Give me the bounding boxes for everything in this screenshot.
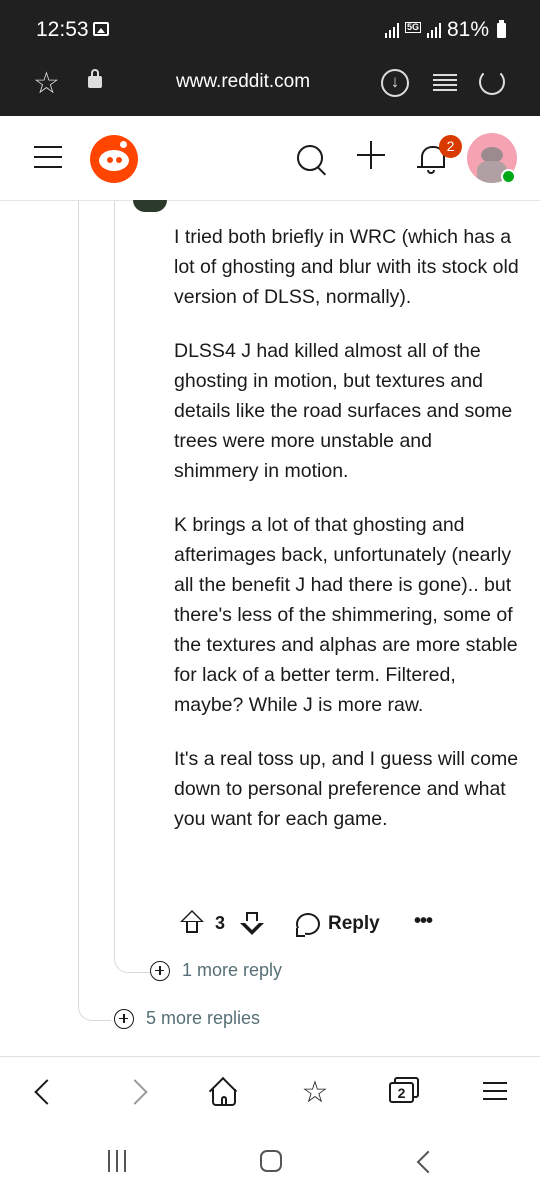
thread-connector-inner (114, 942, 151, 973)
comment-bubble-icon (296, 913, 320, 937)
battery-percent: 81% (446, 18, 489, 41)
notification-count-badge: 2 (439, 135, 462, 158)
tab-count: 2 (389, 1082, 414, 1103)
system-back-icon[interactable] (416, 1150, 440, 1174)
comment-paragraph: It's a real toss up, and I guess will co… (174, 748, 519, 830)
search-icon[interactable] (297, 145, 323, 171)
reply-button[interactable]: Reply (296, 910, 380, 938)
browser-menu-icon[interactable] (477, 1075, 513, 1111)
expand-plus-icon (114, 1008, 134, 1029)
more-reply-link[interactable]: 1 more reply (150, 960, 282, 981)
status-time: 12:53 (36, 18, 89, 41)
more-replies-link[interactable]: 5 more replies (114, 1008, 260, 1029)
more-options-icon[interactable]: ••• (414, 910, 433, 933)
status-indicators: 5G 81% (384, 18, 506, 42)
upvote-icon[interactable] (180, 910, 204, 936)
online-status-dot (501, 169, 516, 184)
url-text[interactable]: www.reddit.com (148, 71, 338, 93)
comment-paragraph: K brings a lot of that ghosting and afte… (174, 514, 518, 716)
back-icon[interactable] (26, 1075, 62, 1111)
lock-icon[interactable] (88, 69, 102, 88)
reddit-logo[interactable] (90, 135, 138, 183)
status-bar: 12:53 5G 81% (0, 0, 540, 58)
more-replies-label: 5 more replies (146, 1008, 261, 1028)
home-icon[interactable] (207, 1075, 243, 1111)
bookmarks-icon[interactable]: ☆ (297, 1075, 333, 1111)
system-nav-bar (0, 1128, 540, 1200)
more-reply-label: 1 more reply (182, 960, 283, 980)
reddit-header (0, 116, 540, 201)
reload-icon[interactable] (479, 69, 505, 95)
signal-icon-2 (426, 22, 441, 38)
thread-line-inner[interactable] (114, 201, 115, 955)
browser-toolbar: ☆ 2 (0, 1056, 540, 1129)
comment-paragraph: I tried both briefly in WRC (which has a… (174, 226, 519, 308)
download-icon[interactable]: ↓ (381, 69, 409, 97)
expand-plus-icon (150, 960, 170, 981)
signal-icon (384, 22, 399, 38)
gallery-notification-icon (93, 22, 109, 36)
browser-url-bar: ☆ www.reddit.com ↓ (0, 58, 540, 116)
comment-author-avatar[interactable] (133, 200, 167, 212)
recent-apps-icon[interactable] (108, 1150, 132, 1172)
bookmark-star-icon[interactable]: ☆ (33, 68, 60, 100)
network-type: 5G (404, 21, 421, 33)
menu-icon[interactable] (34, 146, 62, 168)
comment-body: I tried both briefly in WRC (which has a… (174, 222, 519, 858)
reply-label: Reply (328, 913, 380, 934)
downvote-icon[interactable] (240, 912, 264, 938)
comment-paragraph: DLSS4 J had killed almost all of the gho… (174, 340, 513, 482)
thread-line-outer[interactable] (78, 201, 79, 1003)
vote-score: 3 (215, 913, 226, 933)
comment-actions: 3 Reply ••• (178, 906, 448, 942)
home-button-icon[interactable] (260, 1150, 282, 1172)
forward-icon[interactable] (122, 1075, 158, 1111)
thread-connector (78, 988, 111, 1021)
reader-mode-icon[interactable] (433, 71, 457, 93)
create-post-icon[interactable] (357, 141, 385, 169)
tabs-icon[interactable]: 2 (386, 1075, 422, 1111)
battery-icon (497, 19, 506, 38)
